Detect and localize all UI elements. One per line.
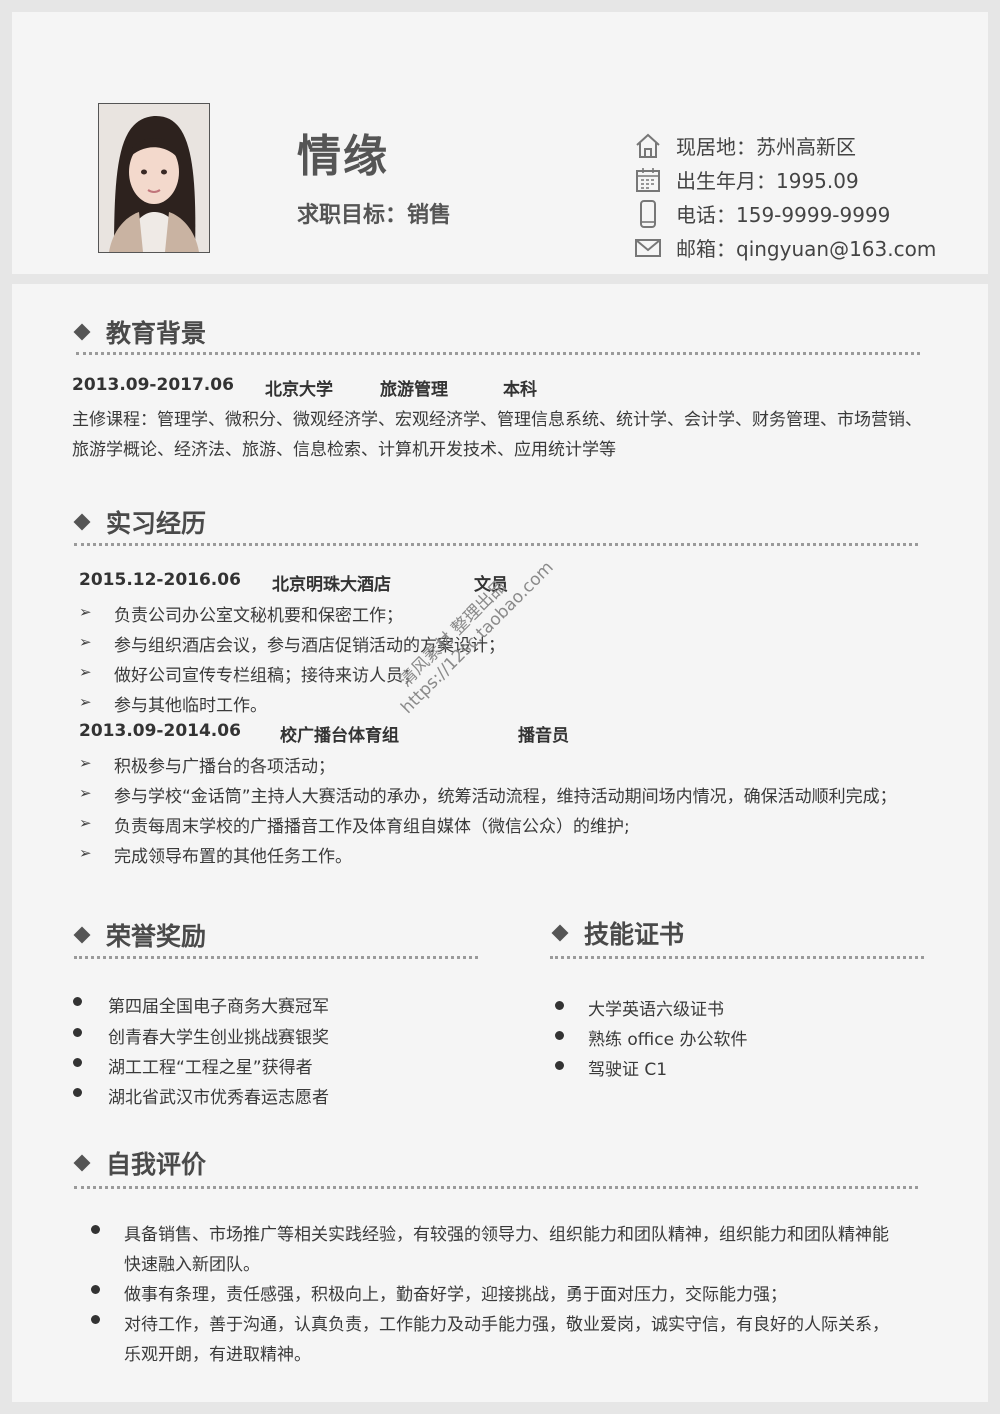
- job-1-item-3: 做好公司宣传专栏组稿；接待来访人员；: [114, 666, 420, 686]
- honor-item-1: 第四届全国电子商务大赛冠军: [108, 997, 329, 1017]
- skill-item-1: 大学英语六级证书: [588, 1000, 724, 1020]
- home-icon: [636, 133, 660, 158]
- arrow-bullet-icon: ➢: [79, 603, 92, 621]
- profile-photo: [98, 103, 210, 253]
- self-eval-divider: [74, 1186, 918, 1189]
- contact-address: 现居地：苏州高新区: [634, 131, 856, 160]
- diamond-icon: [73, 513, 91, 531]
- bullet-icon: [555, 1061, 564, 1070]
- self-eval-line-2: 快速融入新团队。: [124, 1255, 260, 1275]
- job-2-item-1: 积极参与广播台的各项活动；: [114, 757, 335, 777]
- contact-address-text: 现居地：苏州高新区: [676, 135, 856, 159]
- job-2-org: 校广播台体育组: [280, 726, 399, 746]
- job-2-item-2: 参与学校“金话筒”主持人大赛活动的承办，统筹活动流程，维持活动期间场内情况，确保…: [114, 787, 897, 807]
- education-period: 2013.09-2017.06: [72, 375, 234, 395]
- education-degree: 本科: [503, 380, 537, 400]
- education-title: 教育背景: [106, 319, 207, 348]
- internship-divider: [74, 543, 918, 546]
- education-courses-line2: 旅游学概论、经济法、旅游、信息检索、计算机开发技术、应用统计学等: [72, 440, 616, 460]
- contact-birth: 出生年月：1995.09: [634, 165, 859, 194]
- job-2-item-4: 完成领导布置的其他任务工作。: [114, 847, 352, 867]
- diamond-icon: [73, 323, 91, 341]
- arrow-bullet-icon: ➢: [79, 693, 92, 711]
- self-eval-line-1: 具备销售、市场推广等相关实践经验，有较强的领导力、组织能力和团队精神，组织能力和…: [124, 1225, 889, 1245]
- bullet-icon: [73, 1058, 82, 1067]
- job-1-period: 2015.12-2016.06: [79, 570, 241, 590]
- arrow-bullet-icon: ➢: [79, 663, 92, 681]
- contact-email-text: 邮箱：qingyuan@163.com: [676, 237, 937, 261]
- job-2-role: 播音员: [518, 726, 569, 746]
- honor-item-3: 湖工工程“工程之星”获得者: [108, 1058, 313, 1078]
- job-1-item-4: 参与其他临时工作。: [114, 696, 267, 716]
- arrow-bullet-icon: ➢: [79, 814, 92, 832]
- bullet-icon: [73, 997, 82, 1006]
- skills-heading: 技能证书: [550, 915, 684, 951]
- self-eval-heading: 自我评价: [72, 1145, 206, 1181]
- calendar-icon: [636, 167, 660, 192]
- education-major: 旅游管理: [380, 380, 448, 400]
- skills-title: 技能证书: [584, 920, 685, 949]
- self-eval-line-5: 乐观开朗，有进取精神。: [124, 1345, 311, 1365]
- bullet-icon: [91, 1315, 100, 1324]
- job-objective: 求职目标：销售: [297, 203, 452, 228]
- skill-item-3: 驾驶证 C1: [588, 1060, 668, 1080]
- contact-email: 邮箱：qingyuan@163.com: [634, 233, 936, 262]
- arrow-bullet-icon: ➢: [79, 633, 92, 651]
- education-school: 北京大学: [265, 380, 333, 400]
- diamond-icon: [73, 1154, 91, 1172]
- honors-heading: 荣誉奖励: [72, 917, 206, 953]
- contact-phone: 电话：159-9999-9999: [634, 199, 890, 228]
- bullet-icon: [91, 1225, 100, 1234]
- education-divider: [76, 352, 920, 355]
- self-eval-line-4: 对待工作，善于沟通，认真负责，工作能力及动手能力强，敬业爱岗，诚实守信，有良好的…: [124, 1315, 889, 1335]
- education-heading: 教育背景: [72, 314, 206, 350]
- skill-item-2: 熟练 office 办公软件: [588, 1030, 748, 1050]
- job-2-item-3: 负责每周末学校的广播播音工作及体育组自媒体（微信公众）的维护;: [114, 817, 630, 837]
- phone-icon: [640, 199, 656, 228]
- honor-item-2: 创青春大学生创业挑战赛银奖: [108, 1028, 329, 1048]
- job-2-period: 2013.09-2014.06: [79, 721, 241, 741]
- internship-heading: 实习经历: [72, 504, 206, 540]
- skills-divider: [550, 956, 924, 959]
- arrow-bullet-icon: ➢: [79, 754, 92, 772]
- bullet-icon: [91, 1285, 100, 1294]
- bullet-icon: [73, 1088, 82, 1097]
- honor-item-4: 湖北省武汉市优秀春运志愿者: [108, 1088, 329, 1108]
- arrow-bullet-icon: ➢: [79, 784, 92, 802]
- internship-title: 实习经历: [106, 509, 207, 538]
- education-courses-line1: 主修课程：管理学、微积分、微观经济学、宏观经济学、管理信息系统、统计学、会计学、…: [72, 410, 922, 430]
- self-eval-line-3: 做事有条理，责任感强，积极向上，勤奋好学，迎接挑战，勇于面对压力，交际能力强；: [124, 1285, 787, 1305]
- job-1-org: 北京明珠大酒店: [272, 575, 391, 595]
- bullet-icon: [555, 1031, 564, 1040]
- arrow-bullet-icon: ➢: [79, 844, 92, 862]
- honors-divider: [74, 956, 478, 959]
- honors-title: 荣誉奖励: [106, 922, 207, 951]
- candidate-name: 情缘: [297, 131, 389, 182]
- contact-phone-text: 电话：159-9999-9999: [676, 203, 891, 227]
- self-eval-title: 自我评价: [106, 1150, 207, 1179]
- job-1-item-1: 负责公司办公室文秘机要和保密工作；: [114, 606, 403, 626]
- contact-birth-text: 出生年月：1995.09: [676, 169, 859, 193]
- mail-icon: [635, 238, 661, 257]
- bullet-icon: [73, 1028, 82, 1037]
- diamond-icon: [73, 926, 91, 944]
- diamond-icon: [551, 924, 569, 942]
- bullet-icon: [555, 1001, 564, 1010]
